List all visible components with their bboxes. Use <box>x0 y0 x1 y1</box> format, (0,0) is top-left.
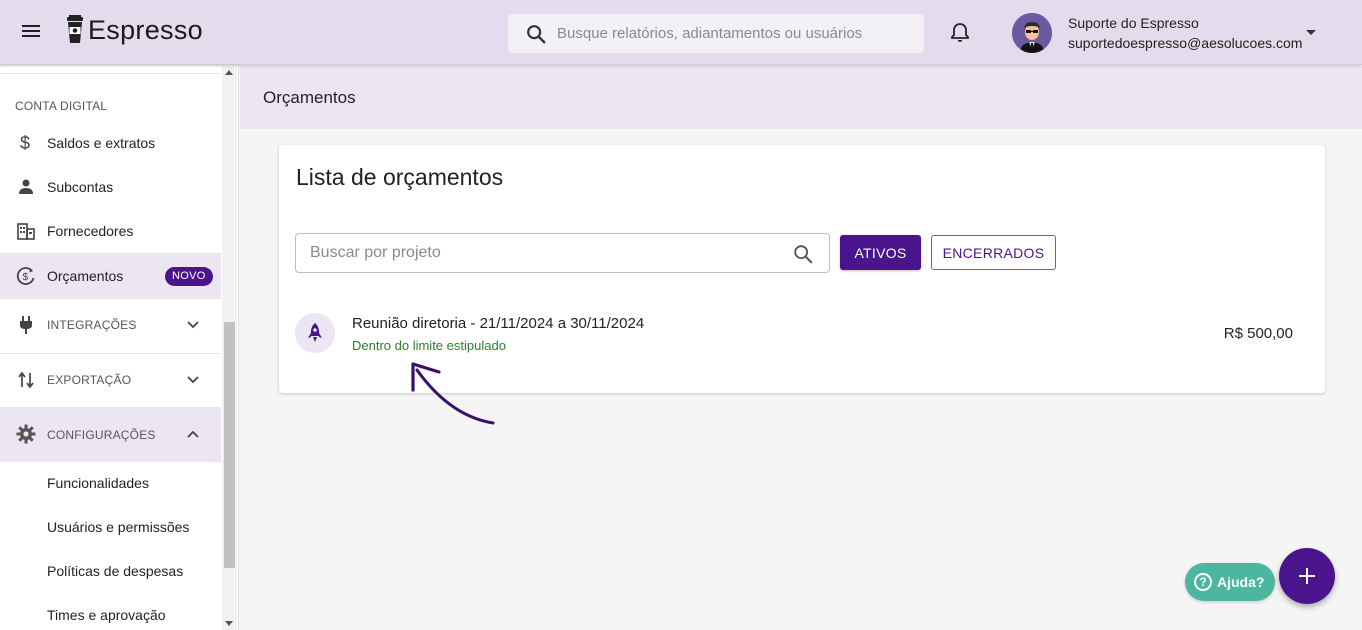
help-button[interactable]: ? Ajuda? <box>1185 563 1275 601</box>
budget-value: R$ 500,00 <box>1223 325 1293 342</box>
help-label: Ajuda? <box>1217 574 1265 590</box>
sidebar-item-label: Saldos e extratos <box>47 135 156 151</box>
divider <box>0 298 221 299</box>
user-name[interactable]: Suporte do Espresso <box>1068 15 1199 31</box>
divider <box>0 353 221 354</box>
sidebar-item-orcamentos[interactable]: $ Orçamentos NOVO <box>0 254 221 298</box>
dollar-icon: $ <box>16 133 36 153</box>
user-menu-caret-icon[interactable] <box>1306 30 1316 35</box>
sidebar-item-label: Orçamentos <box>47 268 124 284</box>
project-search-input[interactable] <box>310 244 770 262</box>
building-icon <box>16 221 36 241</box>
project-search[interactable] <box>295 233 830 273</box>
plus-icon <box>1299 568 1315 584</box>
card-title: Lista de orçamentos <box>296 164 504 190</box>
gear-icon <box>16 424 36 444</box>
annotation-arrow-icon <box>411 362 495 425</box>
app-name: Espresso <box>88 14 203 45</box>
sidebar-subitem-politicas[interactable]: Políticas de despesas <box>0 551 221 595</box>
sidebar-subitem-label: Times e aprovação <box>47 607 166 623</box>
search-icon[interactable] <box>792 243 814 265</box>
divider <box>0 73 221 74</box>
sidebar-item-saldos[interactable]: $ Saldos e extratos <box>0 121 221 165</box>
chevron-down-icon[interactable] <box>186 318 200 332</box>
sidebar-subitem-label: Políticas de despesas <box>47 563 184 579</box>
coffee-cup-icon <box>67 15 83 43</box>
sidebar-group-label: INTEGRAÇÕES <box>47 318 137 332</box>
svg-text:$: $ <box>23 272 29 283</box>
sidebar-subitem-label: Usuários e permissões <box>47 519 190 535</box>
sidebar-scrollbar[interactable] <box>222 66 237 630</box>
notifications-bell-icon[interactable] <box>948 21 972 45</box>
scroll-thumb[interactable] <box>224 322 235 568</box>
sidebar-subitem-label: Funcionalidades <box>47 475 149 491</box>
rocket-icon <box>295 313 335 353</box>
sidebar-group-configuracoes[interactable]: CONFIGURAÇÕES <box>0 408 221 462</box>
chevron-down-icon[interactable] <box>186 373 200 387</box>
global-search[interactable] <box>508 14 924 53</box>
sidebar-group-exportacao[interactable]: EXPORTAÇÃO <box>0 358 221 402</box>
filter-active-button[interactable]: ATIVOS <box>840 235 921 270</box>
logo[interactable]: Espresso <box>66 14 203 46</box>
scroll-up-arrow-icon[interactable] <box>225 70 233 75</box>
swap-vertical-icon <box>16 370 36 390</box>
budget-icon: $ <box>16 266 36 286</box>
add-budget-button[interactable] <box>1279 548 1335 604</box>
search-icon <box>527 24 546 43</box>
chevron-up-icon[interactable] <box>186 427 200 441</box>
section-label: CONTA DIGITAL <box>15 99 108 113</box>
sidebar-group-label: CONFIGURAÇÕES <box>47 428 156 442</box>
plug-icon <box>16 315 36 335</box>
sidebar-item-subcontas[interactable]: Subcontas <box>0 165 221 209</box>
svg-text:$: $ <box>20 133 30 153</box>
sidebar-group-integracoes[interactable]: INTEGRAÇÕES <box>0 303 221 347</box>
sidebar-subitem-funcionalidades[interactable]: Funcionalidades <box>0 463 221 507</box>
sidebar-item-fornecedores[interactable]: Fornecedores <box>0 209 221 253</box>
avatar[interactable] <box>1012 13 1052 53</box>
sidebar-subitem-times[interactable]: Times e aprovação <box>0 595 221 630</box>
list-item[interactable]: Reunião diretoria - 21/11/2024 a 30/11/2… <box>279 308 1325 358</box>
user-email[interactable]: suportedoespresso@aesolucoes.com <box>1068 35 1302 51</box>
top-bar: Espresso Suporte do Espresso suportedoes… <box>0 0 1362 65</box>
person-icon <box>16 177 36 197</box>
sidebar-item-label: Fornecedores <box>47 223 134 239</box>
user-avatar-icon <box>1012 13 1052 53</box>
scroll-down-arrow-icon[interactable] <box>225 621 233 626</box>
budget-status: Dentro do limite estipulado <box>352 338 506 353</box>
sidebar: CONTA DIGITAL $ Saldos e extratos Subcon… <box>0 66 239 630</box>
hamburger-menu-icon[interactable] <box>20 22 42 42</box>
global-search-input[interactable] <box>557 25 897 42</box>
sidebar-item-label: Subcontas <box>47 179 114 195</box>
new-badge: NOVO <box>165 267 213 286</box>
help-question-icon: ? <box>1194 573 1212 591</box>
filter-closed-button[interactable]: ENCERRADOS <box>931 235 1056 270</box>
page-header: Orçamentos <box>240 66 1362 129</box>
budget-list-card: Lista de orçamentos ATIVOS ENCERRADOS Re… <box>279 145 1325 393</box>
page-title: Orçamentos <box>263 88 356 107</box>
budget-name: Reunião diretoria - 21/11/2024 a 30/11/2… <box>352 315 645 332</box>
sidebar-group-label: EXPORTAÇÃO <box>47 373 132 387</box>
sidebar-subitem-usuarios[interactable]: Usuários e permissões <box>0 507 221 551</box>
